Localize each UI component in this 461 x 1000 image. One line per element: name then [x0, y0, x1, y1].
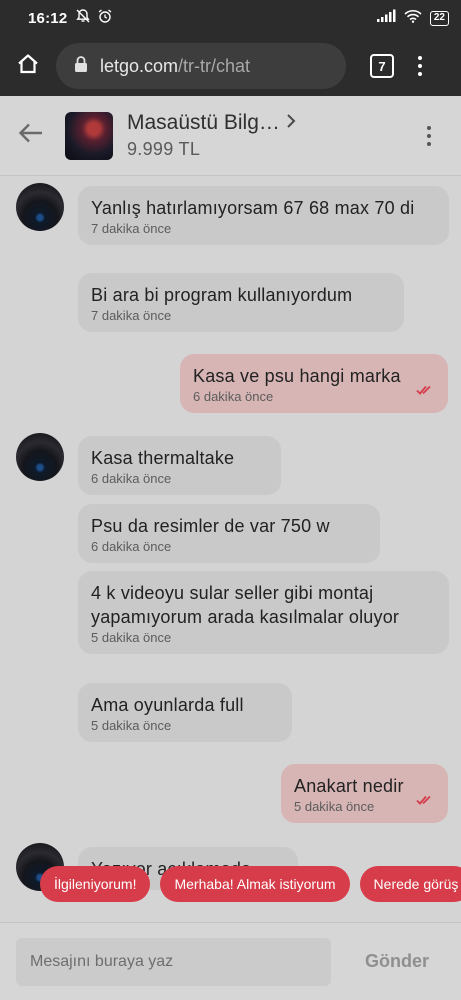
chat-options-button[interactable] [427, 125, 431, 146]
arrow-left-icon [18, 122, 44, 149]
message-time: 5 dakika önce [91, 718, 172, 733]
chat-header: Masaüstü Bilg… 9.999 TL [0, 96, 461, 176]
product-info[interactable]: Masaüstü Bilg… 9.999 TL [127, 111, 296, 160]
battery-indicator: 22 [429, 10, 449, 26]
quick-reply-chip[interactable]: İlgileniyorum! [40, 866, 151, 902]
message-time: 7 dakika önce [91, 221, 172, 236]
read-receipt-icon [416, 793, 434, 811]
message-time: 7 dakika önce [91, 308, 172, 323]
message-text: Kasa thermaltake [91, 448, 235, 468]
status-bar: 16:12 22 [0, 0, 461, 36]
address-bar[interactable]: letgo.com/tr-tr/chat [56, 43, 346, 89]
read-receipt-icon [416, 383, 434, 401]
message-text: Anakart nedir [294, 776, 404, 796]
product-thumbnail[interactable] [65, 111, 113, 160]
send-button[interactable]: Gönder [365, 951, 429, 972]
message-bubble-outgoing[interactable]: Kasa ve psu hangi marka 6 dakika önce [180, 354, 448, 413]
message-composer: Gönder [0, 922, 461, 1000]
signal-icon [376, 9, 396, 28]
message-text: Yanlış hatırlamıyorsam 67 68 max 70 di [91, 198, 415, 218]
message-bubble[interactable]: Kasa thermaltake 6 dakika önce [78, 436, 281, 495]
quick-reply-chip[interactable]: Merhaba! Almak istiyorum [160, 866, 350, 902]
message-input[interactable] [16, 937, 331, 986]
message-time: 6 dakika önce [91, 539, 172, 554]
message-bubble[interactable]: Ama oyunlarda full 5 dakika önce [78, 683, 292, 742]
message-text: Bi ara bi program kullanıyordum [91, 285, 353, 305]
message-bubble[interactable]: Bi ara bi program kullanıyordum 7 dakika… [78, 273, 404, 332]
message-bubble[interactable]: 4 k videoyu sular seller gibi montaj yap… [78, 571, 449, 654]
message-text: Psu da resimler de var 750 w [91, 516, 330, 536]
home-icon [16, 52, 40, 81]
message-text: Ama oyunlarda full [91, 695, 244, 715]
wifi-icon [404, 9, 422, 28]
avatar[interactable] [16, 183, 64, 231]
message-time: 5 dakika önce [91, 630, 172, 645]
message-text: Kasa ve psu hangi marka [193, 366, 401, 386]
browser-toolbar: letgo.com/tr-tr/chat 7 [0, 36, 461, 96]
message-time: 6 dakika önce [91, 471, 172, 486]
message-list[interactable]: Yanlış hatırlamıyorsam 67 68 max 70 di 7… [0, 177, 461, 922]
chevron-right-icon [286, 112, 296, 135]
quick-reply-chip[interactable]: Nerede görüş [359, 866, 461, 902]
product-title: Masaüstü Bilg… [127, 111, 280, 134]
home-button[interactable] [0, 36, 56, 96]
product-price: 9.999 TL [127, 139, 201, 159]
notifications-off-icon [75, 8, 91, 29]
browser-menu-button[interactable] [418, 56, 422, 76]
status-time: 16:12 [28, 9, 68, 27]
avatar[interactable] [16, 433, 64, 481]
url-path: /tr-tr/chat [178, 55, 251, 76]
tab-switcher-button[interactable]: 7 [370, 54, 394, 78]
message-time: 5 dakika önce [294, 799, 375, 814]
back-button[interactable] [0, 96, 62, 176]
message-bubble-outgoing[interactable]: Anakart nedir 5 dakika önce [281, 764, 448, 823]
message-time: 6 dakika önce [193, 389, 274, 404]
quick-replies: İlgileniyorum! Merhaba! Almak istiyorum … [40, 866, 461, 902]
message-text: 4 k videoyu sular seller gibi montaj yap… [91, 583, 400, 627]
message-bubble[interactable]: Yanlış hatırlamıyorsam 67 68 max 70 di 7… [78, 186, 449, 245]
alarm-icon [97, 8, 113, 29]
lock-icon [74, 55, 88, 78]
message-bubble[interactable]: Psu da resimler de var 750 w 6 dakika ön… [78, 504, 380, 563]
url-host: letgo.com [100, 55, 179, 76]
